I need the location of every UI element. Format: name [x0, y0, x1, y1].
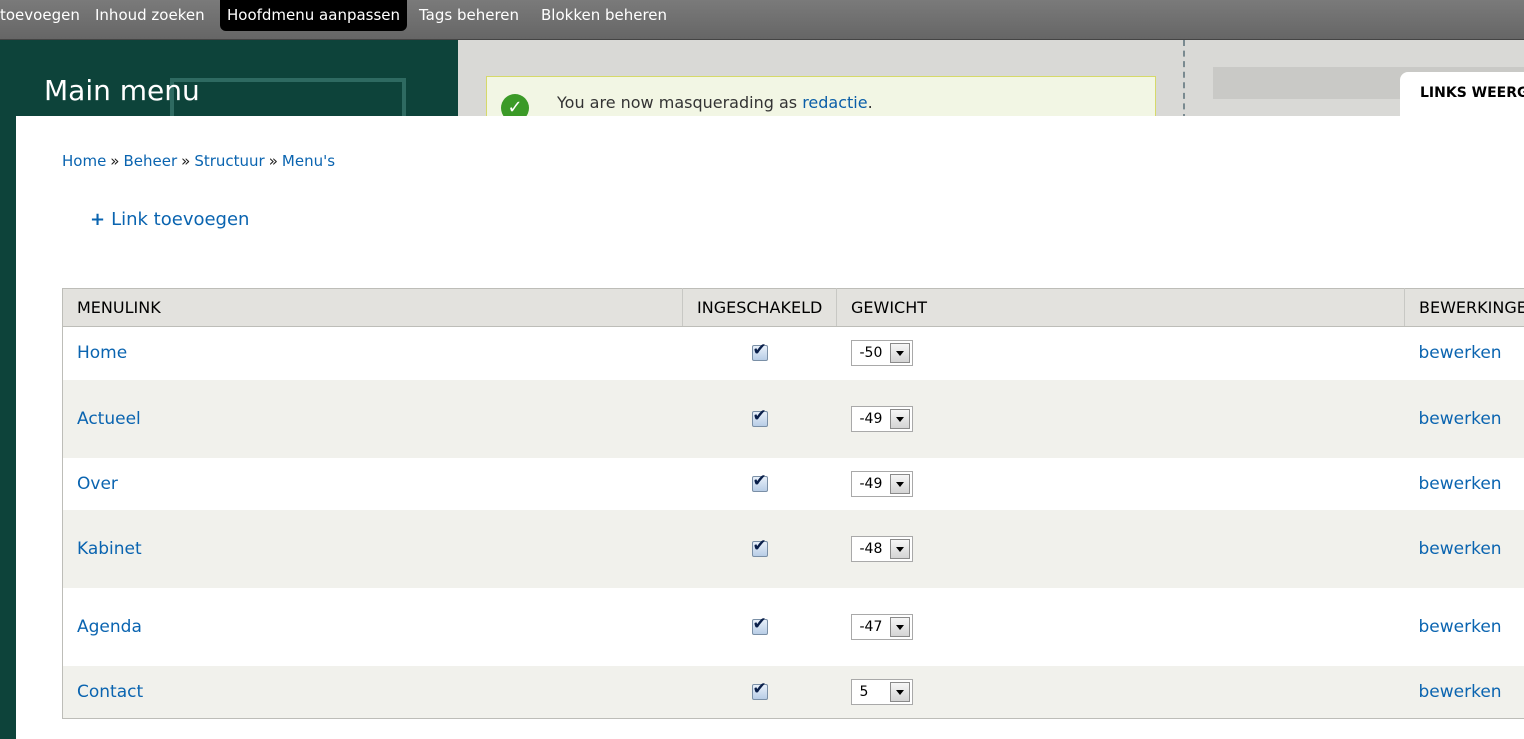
edit-link[interactable]: bewerken	[1419, 409, 1502, 429]
weight-select[interactable]: -48	[850, 535, 913, 562]
column-header-weight: GEWICHT	[836, 288, 1405, 327]
row-enabled-cell	[682, 509, 837, 588]
plus-icon: +	[90, 209, 106, 230]
breadcrumb-separator: »	[181, 152, 191, 170]
status-message-text: You are now masquerading as redactie.	[557, 93, 873, 112]
weight-value: 5	[859, 683, 869, 700]
table-row: Contact 5 bewerken	[62, 665, 1524, 719]
row-title-cell: Kabinet	[62, 509, 683, 588]
app-window: ✓ You are now masquerading as redactie. …	[0, 0, 1524, 739]
toolbar-item-find-content[interactable]: Inhoud zoeken	[88, 0, 212, 31]
column-header-menulink: MENULINK	[62, 288, 683, 327]
weight-select[interactable]: -49	[850, 470, 913, 497]
chevron-down-icon	[889, 408, 910, 429]
edit-link[interactable]: bewerken	[1419, 539, 1502, 559]
row-weight-cell: -48	[836, 509, 1405, 588]
menu-link-title[interactable]: Agenda	[77, 617, 142, 637]
overlay-content: Home» Beheer» Structuur» Menu's + Link toevo…	[16, 116, 1524, 739]
row-enabled-cell	[682, 665, 837, 719]
menu-links-table: MENULINK INGESCHAKELD GEWICHT BEWERKINGE…	[62, 288, 1524, 719]
chevron-down-icon	[889, 616, 910, 637]
edit-link[interactable]: bewerken	[1419, 343, 1502, 363]
chevron-down-icon	[889, 681, 910, 702]
column-header-enabled: INGESCHAKELD	[682, 288, 837, 327]
row-operations-cell: bewerken	[1404, 509, 1524, 588]
row-title-cell: Agenda	[62, 587, 683, 666]
weight-select[interactable]: 5	[850, 678, 913, 705]
enabled-checkbox[interactable]	[751, 536, 768, 557]
edit-link[interactable]: bewerken	[1419, 617, 1502, 637]
enabled-checkbox[interactable]	[751, 471, 768, 492]
weight-select[interactable]: -49	[850, 405, 913, 432]
breadcrumb-beheer[interactable]: Beheer	[123, 152, 177, 170]
table-row: Home -50 bewerken	[62, 326, 1524, 380]
row-operations-cell: bewerken	[1404, 379, 1524, 458]
row-weight-cell: -49	[836, 379, 1405, 458]
weight-value: -49	[859, 475, 883, 492]
row-operations-cell: bewerken	[1404, 665, 1524, 719]
edit-link[interactable]: bewerken	[1419, 474, 1502, 494]
background-divider	[1183, 40, 1185, 120]
add-link-button[interactable]: + Link toevoegen	[90, 209, 249, 230]
status-message-prefix: You are now masquerading as	[557, 93, 798, 112]
menu-link-title[interactable]: Kabinet	[77, 539, 142, 559]
edit-link[interactable]: bewerken	[1419, 682, 1502, 702]
row-enabled-cell	[682, 326, 837, 380]
breadcrumb-menus[interactable]: Menu's	[282, 152, 335, 170]
weight-select[interactable]: -47	[850, 613, 913, 640]
enabled-checkbox[interactable]	[751, 340, 768, 362]
toolbar-item-edit-main-menu[interactable]: Hoofdmenu aanpassen	[220, 0, 408, 31]
row-enabled-cell	[682, 379, 837, 458]
row-weight-cell: -50	[836, 326, 1405, 380]
menu-link-title[interactable]: Actueel	[77, 409, 141, 429]
weight-value: -47	[859, 618, 883, 635]
toolbar-item-manage-tags[interactable]: Tags beheren	[412, 0, 526, 31]
table-row: Kabinet -48 bewerken	[62, 509, 1524, 588]
row-title-cell: Home	[62, 326, 683, 380]
row-title-cell: Actueel	[62, 379, 683, 458]
status-message-suffix: .	[867, 93, 873, 112]
table-row: Agenda -47 bewerken	[62, 587, 1524, 666]
admin-toolbar: toevoegen Inhoud zoeken Hoofdmenu aanpas…	[0, 0, 1524, 40]
table-header-row: MENULINK INGESCHAKELD GEWICHT BEWERKINGE…	[62, 288, 1524, 327]
tab-show-links[interactable]: LINKS WEERG	[1400, 72, 1524, 122]
enabled-checkbox[interactable]	[751, 406, 768, 427]
weight-select[interactable]: -50	[850, 340, 913, 367]
chevron-down-icon	[889, 538, 910, 559]
row-operations-cell: bewerken	[1404, 457, 1524, 510]
row-weight-cell: 5	[836, 665, 1405, 719]
row-weight-cell: -49	[836, 457, 1405, 510]
column-header-operations: BEWERKINGEN	[1404, 288, 1524, 327]
menu-link-title[interactable]: Over	[77, 474, 118, 494]
row-enabled-cell	[682, 587, 837, 666]
weight-value: -50	[859, 345, 883, 362]
breadcrumb: Home» Beheer» Structuur» Menu's	[62, 152, 335, 170]
row-enabled-cell	[682, 457, 837, 510]
row-title-cell: Over	[62, 457, 683, 510]
chevron-down-icon	[889, 473, 910, 494]
breadcrumb-separator: »	[268, 152, 278, 170]
table-row: Actueel -49 bewerken	[62, 379, 1524, 458]
breadcrumb-separator: »	[110, 152, 120, 170]
overlay-title: Main menu	[44, 74, 200, 107]
add-link-label: Link toevoegen	[111, 209, 250, 230]
enabled-checkbox[interactable]	[751, 614, 768, 635]
menu-link-title[interactable]: Home	[77, 343, 127, 363]
row-title-cell: Contact	[62, 665, 683, 719]
menu-link-title[interactable]: Contact	[77, 682, 143, 702]
breadcrumb-home[interactable]: Home	[62, 152, 106, 170]
masquerade-user-link[interactable]: redactie	[802, 93, 867, 112]
row-weight-cell: -47	[836, 587, 1405, 666]
table-row: Over -49 bewerken	[62, 457, 1524, 510]
weight-value: -49	[859, 410, 883, 427]
row-operations-cell: bewerken	[1404, 587, 1524, 666]
weight-value: -48	[859, 540, 883, 557]
toolbar-item-add-content[interactable]: toevoegen	[0, 0, 87, 31]
breadcrumb-structuur[interactable]: Structuur	[194, 152, 264, 170]
chevron-down-icon	[889, 343, 910, 364]
row-operations-cell: bewerken	[1404, 326, 1524, 380]
toolbar-item-manage-blocks[interactable]: Blokken beheren	[534, 0, 674, 31]
enabled-checkbox[interactable]	[751, 679, 768, 700]
